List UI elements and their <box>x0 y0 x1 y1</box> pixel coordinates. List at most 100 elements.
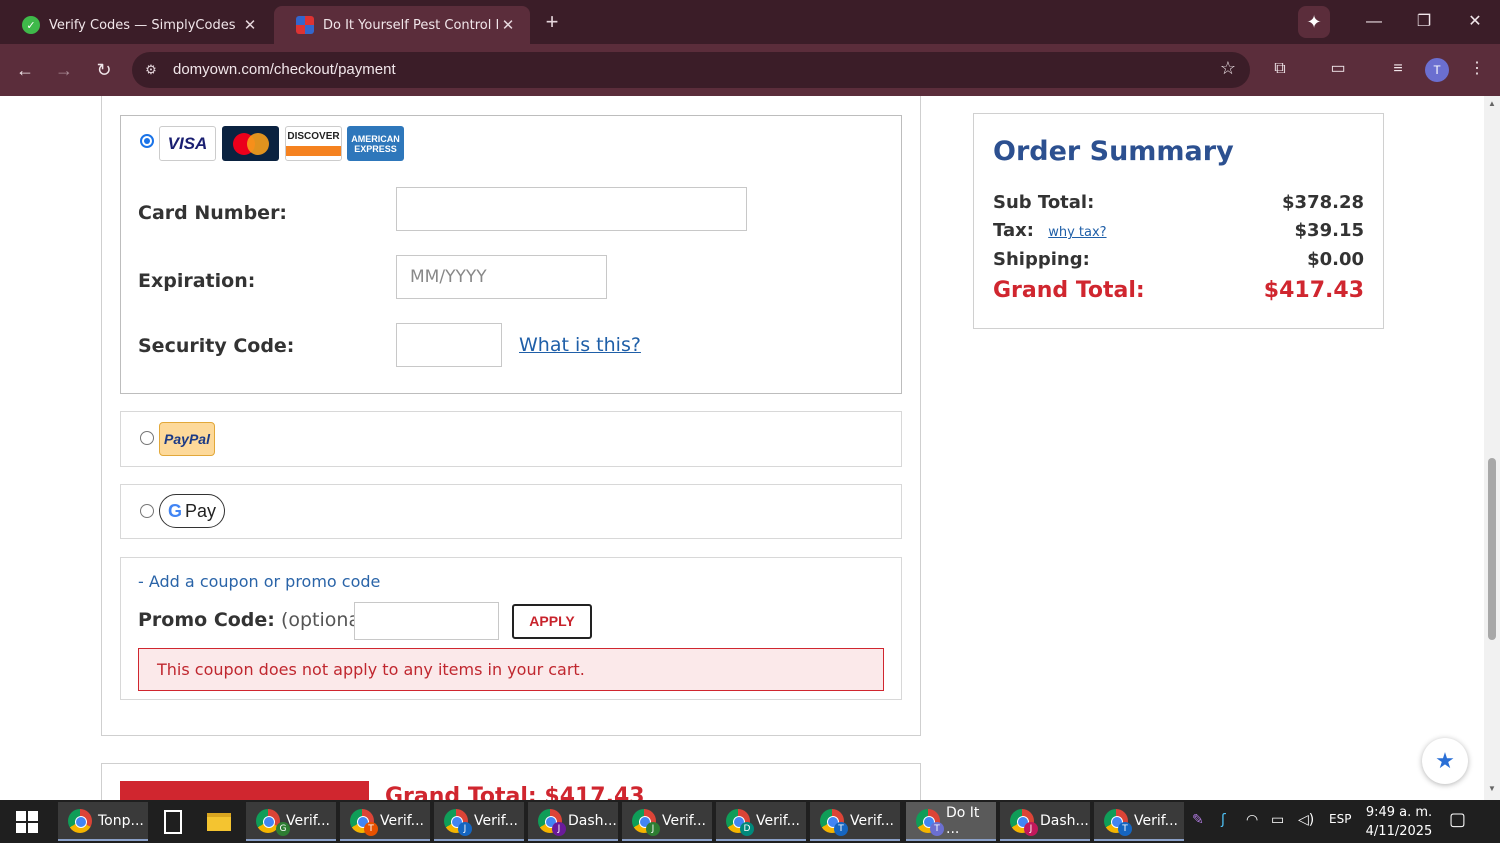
scrollbar-thumb[interactable] <box>1488 458 1496 640</box>
address-bar[interactable]: ⚙ domyown.com/checkout/payment ☆ <box>132 52 1250 88</box>
tab-strip: ✓ Verify Codes — SimplyCodes ✕ Do It You… <box>0 0 1500 44</box>
restore-window-button[interactable]: ❐ <box>1410 10 1438 34</box>
scroll-down-icon[interactable]: ▼ <box>1484 784 1500 793</box>
page-scrollbar[interactable]: ▲ ▼ <box>1484 96 1500 800</box>
domyown-favicon-icon <box>296 16 314 34</box>
close-window-button[interactable]: ✕ <box>1461 10 1489 34</box>
calculator-icon[interactable] <box>152 802 194 841</box>
scroll-up-icon[interactable]: ▲ <box>1484 99 1500 108</box>
grand-total-value: $417.43 <box>1263 278 1364 303</box>
bookmark-star-icon[interactable]: ☆ <box>1220 58 1236 79</box>
taskbar-item[interactable]: D Verif... <box>716 802 806 841</box>
google-pay-text: Pay <box>184 500 217 521</box>
taskbar-item[interactable]: T Verif... <box>810 802 900 841</box>
language-indicator[interactable]: ESP <box>1329 812 1351 826</box>
visa-logo-icon: VISA <box>159 126 216 161</box>
tax-row: Tax: why tax? $39.15 <box>993 220 1364 241</box>
why-tax-link[interactable]: why tax? <box>1048 225 1106 240</box>
add-coupon-link[interactable]: - Add a coupon or promo code <box>138 572 380 591</box>
taskbar-item-active[interactable]: T Do It ... <box>906 802 996 841</box>
site-settings-icon[interactable]: ⚙ <box>142 61 160 79</box>
taskbar-item[interactable]: G Verif... <box>246 802 336 841</box>
profile-badge: T <box>930 822 944 836</box>
paypal-logo-icon[interactable]: PayPal <box>159 422 215 456</box>
paypal-logo-text: PayPal <box>164 431 210 447</box>
reload-icon[interactable]: ↻ <box>90 56 118 84</box>
taskbar-item[interactable]: J Verif... <box>434 802 524 841</box>
close-tab-icon[interactable]: ✕ <box>240 16 260 34</box>
close-tab-icon[interactable]: ✕ <box>498 16 518 34</box>
place-order-panel: Grand Total: $417.43 <box>101 763 921 800</box>
paypal-radio[interactable] <box>140 431 154 445</box>
security-code-label: Security Code: <box>138 335 295 357</box>
file-explorer-icon[interactable] <box>198 802 240 841</box>
amex-logo-icon: AMERICAN EXPRESS <box>347 126 404 161</box>
tab-title: Do It Yourself Pest Control Prod <box>323 17 498 33</box>
sub-total-label: Sub Total: <box>993 192 1095 213</box>
shipping-row: Shipping: $0.00 <box>993 249 1364 270</box>
promo-code-input[interactable] <box>354 602 499 640</box>
url-text[interactable]: domyown.com/checkout/payment <box>173 61 396 78</box>
tab-title: Verify Codes — SimplyCodes <box>49 17 236 33</box>
taskbar-item[interactable]: J Verif... <box>622 802 712 841</box>
profile-badge: T <box>1118 822 1132 836</box>
shipping-value: $0.00 <box>1307 249 1364 270</box>
card-number-input[interactable] <box>396 187 747 231</box>
gemini-sparkle-icon[interactable]: ✦ <box>1298 6 1330 38</box>
profile-avatar[interactable]: T <box>1425 58 1449 82</box>
place-order-button[interactable] <box>120 781 369 800</box>
taskbar-item[interactable]: J Dash... <box>528 802 618 841</box>
grand-total-label: Grand Total: <box>993 278 1145 303</box>
start-windows-icon[interactable] <box>0 800 54 843</box>
taskbar-item[interactable]: J Dash... <box>1000 802 1090 841</box>
taskbar-item-label: Verif... <box>756 812 801 829</box>
grand-total-row: Grand Total: $417.43 <box>993 278 1364 303</box>
taskbar-item-label: Tonp... <box>98 812 144 829</box>
taskbar-item[interactable]: Tonp... <box>58 802 148 841</box>
apply-promo-button[interactable]: APPLY <box>512 604 592 639</box>
new-tab-button[interactable]: + <box>540 10 564 34</box>
google-pay-radio[interactable] <box>140 504 154 518</box>
minimize-window-button[interactable]: — <box>1360 10 1388 34</box>
card-payment-option: VISA DISCOVER AMERICAN EXPRESS Card Numb… <box>120 115 902 394</box>
feather-app-icon[interactable]: ✎ <box>1192 812 1204 828</box>
chrome-icon <box>68 808 92 833</box>
visa-logo-text: VISA <box>167 133 208 153</box>
tab-simplycodes[interactable]: ✓ Verify Codes — SimplyCodes ✕ <box>0 6 272 44</box>
card-radio[interactable] <box>140 134 154 148</box>
simplycodes-favicon-icon: ✓ <box>22 16 40 34</box>
tray-app-icon[interactable]: ʃ <box>1221 812 1226 828</box>
wifi-icon[interactable]: ◠ <box>1246 812 1258 828</box>
taskbar-item-label: Do It ... <box>946 804 980 837</box>
back-arrow-icon[interactable]: ← <box>11 56 39 84</box>
taskbar-item[interactable]: T Verif... <box>1094 802 1184 841</box>
promo-code-label-main: Promo Code: <box>138 609 275 631</box>
volume-icon[interactable]: ◁) <box>1298 812 1314 828</box>
more-menu-icon[interactable]: ⋮ <box>1464 56 1490 82</box>
taskbar-item-label: Verif... <box>850 812 895 829</box>
battery-icon[interactable]: ▭ <box>1271 812 1284 828</box>
side-panel-icon[interactable]: ▭ <box>1325 56 1351 82</box>
tab-domyown[interactable]: Do It Yourself Pest Control Prod ✕ <box>274 6 530 44</box>
taskbar-item[interactable]: T Verif... <box>340 802 430 841</box>
profile-badge: T <box>364 822 378 836</box>
tax-value: $39.15 <box>1294 220 1364 241</box>
system-clock[interactable]: 9:49 a. m. 4/11/2025 <box>1364 803 1434 841</box>
promo-code-label: Promo Code: (optional) <box>138 609 373 631</box>
shipping-label: Shipping: <box>993 249 1090 270</box>
bottom-grand-total: Grand Total: $417.43 <box>385 784 645 800</box>
expiration-input[interactable]: MM/YYYY <box>396 255 607 299</box>
security-code-input[interactable] <box>396 323 502 367</box>
taskbar-item-label: Verif... <box>662 812 707 829</box>
media-playlist-icon[interactable]: ≡ <box>1385 56 1411 82</box>
profile-badge: J <box>552 822 566 836</box>
extensions-puzzle-icon[interactable]: ⧉ <box>1267 56 1293 82</box>
taskbar-item-label: Verif... <box>380 812 425 829</box>
forward-arrow-icon[interactable]: → <box>50 56 78 84</box>
chat-widget-icon[interactable]: ★ <box>1422 738 1468 784</box>
discover-logo-text: DISCOVER <box>287 131 340 142</box>
security-code-help-link[interactable]: What is this? <box>519 334 641 356</box>
google-pay-logo-icon[interactable]: G Pay <box>159 494 225 528</box>
notifications-icon[interactable]: ▢ <box>1449 809 1466 830</box>
profile-badge: J <box>458 822 472 836</box>
